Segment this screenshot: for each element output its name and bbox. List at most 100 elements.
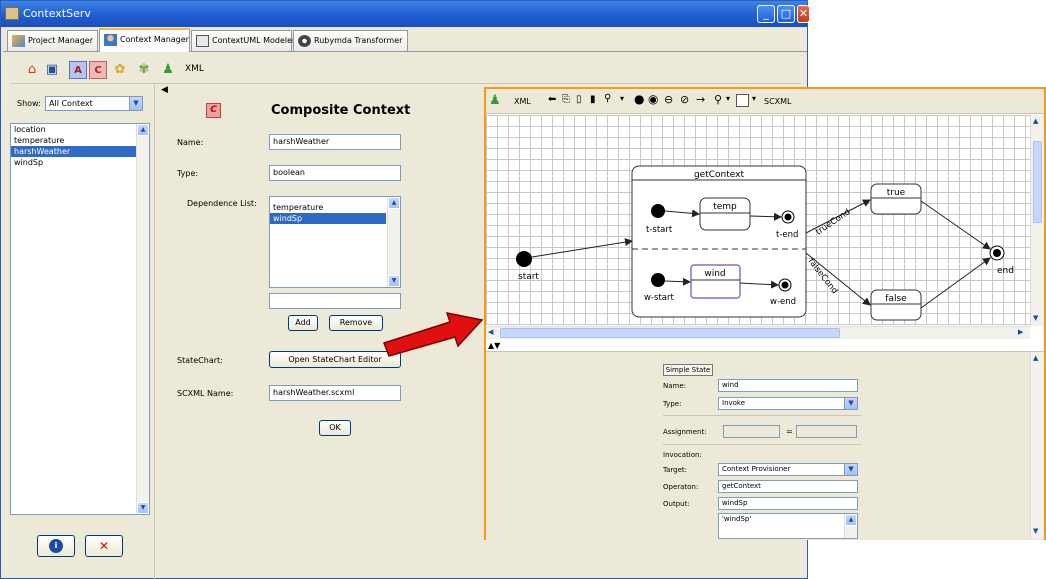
output-field[interactable]: windSp — [718, 497, 858, 510]
info-button[interactable]: i — [37, 535, 75, 557]
user-icon[interactable]: ♟ — [489, 93, 501, 108]
canvas-vertical-scrollbar[interactable]: ▲ ▼ — [1030, 115, 1044, 326]
output-list-scrollbar[interactable]: ▲ — [844, 514, 857, 538]
close-button[interactable]: ✕ — [797, 5, 809, 23]
collapse-icon[interactable]: ◀ — [161, 85, 168, 99]
ok-button[interactable]: OK — [319, 420, 351, 436]
diagram-canvas[interactable]: getContext start t-start temp t-end w-st… — [486, 115, 1030, 325]
assignment-label: Assignment: — [663, 428, 707, 436]
wind-label: wind — [704, 269, 725, 279]
state-properties-panel: Simple State Name: wind Type: Invoke ▼ A… — [486, 351, 1044, 540]
canvas-horizontal-scrollbar[interactable]: ◀ ▶ — [486, 326, 1030, 339]
show-label: Show: — [17, 99, 41, 108]
home-icon[interactable]: ⌂ — [23, 61, 41, 79]
context-set-icon[interactable]: ✾ — [135, 61, 153, 79]
composite-state-icon[interactable]: ⊖ — [664, 93, 673, 106]
list-item[interactable]: harshWeather — [11, 146, 149, 157]
name-field[interactable]: harshWeather — [269, 134, 401, 150]
tab-rubymda-transformer[interactable]: Rubymda Transformer — [293, 30, 408, 51]
show-filter-value: All Context — [49, 99, 93, 108]
scroll-right-icon[interactable]: ▶ — [1018, 328, 1023, 336]
gear-icon — [298, 35, 311, 47]
initial-state-t-start[interactable] — [651, 204, 665, 218]
context-list[interactable]: location temperature harshWeather windSp ▲ … — [10, 123, 150, 515]
final-state-icon[interactable]: ◉ — [648, 92, 658, 106]
props-scrollbar[interactable]: ▲ ▼ — [1030, 352, 1044, 539]
list-item[interactable]: temperature — [270, 202, 386, 213]
initial-state-icon[interactable]: ● — [634, 92, 644, 106]
paste-icon[interactable]: ▯ — [576, 94, 582, 105]
delete-icon[interactable]: ▮ — [590, 94, 596, 105]
transition-icon[interactable]: → — [696, 93, 705, 106]
output-list-item[interactable]: 'windSp' — [719, 514, 857, 525]
invocation-label: Invocation: — [663, 451, 702, 459]
type-field[interactable]: boolean — [269, 165, 401, 181]
scroll-down-icon[interactable]: ▼ — [388, 275, 400, 287]
simple-state-icon[interactable]: ⊘ — [680, 93, 689, 106]
scroll-thumb[interactable] — [1033, 141, 1042, 223]
list-item[interactable]: location — [11, 124, 149, 135]
tab-context-manager[interactable]: Context Manager — [99, 28, 190, 52]
scxml-name-label: SCXML Name: — [177, 389, 234, 398]
atomic-context-icon[interactable]: A — [69, 61, 87, 79]
split-divider-icon[interactable]: ▲▼ — [488, 341, 500, 350]
target-label: Target: — [663, 466, 688, 474]
list-item[interactable]: temperature — [11, 135, 149, 146]
output-list[interactable]: 'windSp' ▲ — [718, 513, 858, 539]
remove-button[interactable]: Remove — [329, 315, 383, 331]
maximize-button[interactable]: □ — [777, 5, 795, 23]
scroll-up-icon[interactable]: ▲ — [1033, 354, 1038, 362]
scxml-export-button[interactable]: SCXML — [764, 97, 792, 106]
scroll-up-icon[interactable]: ▲ — [1033, 117, 1038, 125]
zoom-icon[interactable]: ⚲ — [714, 93, 722, 106]
xml-button[interactable]: XML — [185, 64, 204, 74]
scroll-down-icon[interactable]: ▼ — [1033, 314, 1038, 322]
context-group-icon[interactable]: ✿ — [111, 61, 129, 79]
assignment-right-field[interactable] — [796, 425, 857, 438]
scroll-down-icon[interactable]: ▼ — [137, 502, 149, 514]
chevron-down-icon[interactable]: ▾ — [620, 94, 624, 103]
initial-state-start[interactable] — [516, 251, 532, 267]
truecond-label: trueCond — [814, 207, 852, 237]
scroll-up-icon[interactable]: ▲ — [845, 514, 857, 526]
user-icon[interactable]: ♟ — [159, 61, 177, 79]
scroll-down-icon[interactable]: ▼ — [1033, 527, 1038, 535]
chevron-down-icon[interactable]: ▾ — [752, 94, 756, 103]
scroll-thumb[interactable] — [500, 328, 840, 338]
dependence-list-scrollbar[interactable]: ▲ ▼ — [387, 197, 400, 287]
initial-state-w-start[interactable] — [651, 273, 665, 287]
delete-button[interactable]: ✕ — [85, 535, 123, 557]
copy-icon[interactable]: ⎘ — [562, 94, 570, 105]
editor-xml-button[interactable]: XML — [514, 97, 531, 106]
tab-contextuml-modeler[interactable]: ContextUML Modeler — [191, 30, 295, 51]
list-item[interactable]: windSp — [270, 213, 386, 224]
statechart-label: StateChart: — [177, 356, 223, 365]
scroll-left-icon[interactable]: ◀ — [488, 328, 493, 336]
uml-modeler-icon — [196, 35, 209, 47]
color-picker-icon[interactable] — [736, 94, 749, 107]
scroll-up-icon[interactable]: ▲ — [388, 197, 400, 209]
minimize-button[interactable]: _ — [757, 5, 775, 23]
w-end-label: w-end — [770, 297, 796, 307]
add-button[interactable]: Add — [288, 315, 318, 331]
chevron-down-icon[interactable]: ▾ — [726, 94, 730, 103]
prop-type-select[interactable]: Invoke ▼ — [718, 397, 858, 410]
scroll-up-icon[interactable]: ▲ — [137, 124, 149, 136]
tab-label: Context Manager — [120, 35, 189, 44]
assignment-left-field[interactable] — [723, 425, 780, 438]
save-icon[interactable]: ▣ — [43, 61, 61, 79]
target-select[interactable]: Context Provisioner ▼ — [718, 463, 858, 476]
dependence-list[interactable]: temperature windSp ▲ ▼ — [269, 196, 401, 288]
tab-project-manager[interactable]: Project Manager — [7, 30, 98, 51]
scxml-name-field[interactable]: harshWeather.scxml — [269, 385, 401, 401]
type-label: Type: — [177, 169, 199, 178]
composite-context-icon[interactable]: C — [89, 61, 107, 79]
context-list-scrollbar[interactable]: ▲ ▼ — [136, 124, 149, 514]
show-filter-select[interactable]: All Context ▼ — [45, 96, 143, 111]
find-icon[interactable]: ⚲ — [604, 93, 611, 104]
prop-name-field[interactable]: wind — [718, 379, 858, 392]
tab-bar: Project Manager Context Manager ContextU… — [3, 28, 807, 52]
operation-field[interactable]: getContext — [718, 480, 858, 493]
list-item[interactable]: windSp — [11, 157, 149, 168]
back-icon[interactable]: ⬅ — [548, 94, 556, 105]
